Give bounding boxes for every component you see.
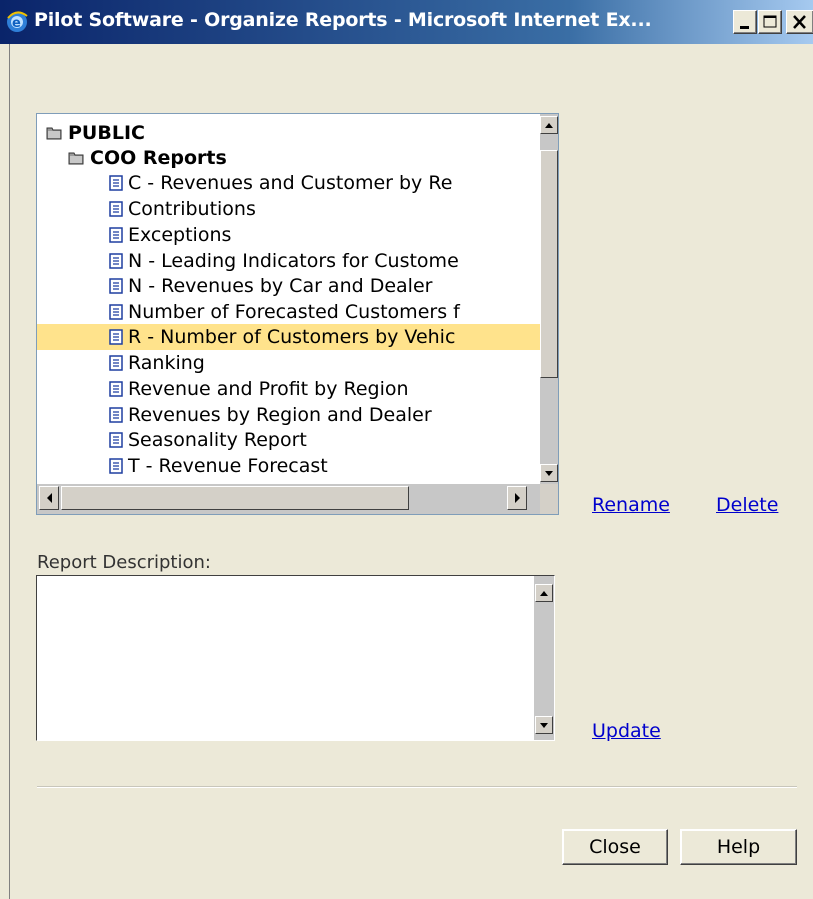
divider <box>37 786 797 788</box>
window-frame <box>0 44 10 899</box>
tree-item-report[interactable]: Revenues by Region and Dealer <box>108 402 540 428</box>
report-description-label: Report Description: <box>37 552 211 573</box>
report-document-icon <box>109 175 123 191</box>
report-document-icon <box>109 329 123 345</box>
report-document-icon <box>109 355 123 371</box>
folder-icon <box>68 152 84 165</box>
scroll-up-button[interactable] <box>540 116 558 134</box>
close-button[interactable]: Close <box>562 829 668 865</box>
tree-horizontal-scrollbar[interactable] <box>37 484 540 514</box>
report-document-icon <box>109 381 123 397</box>
tree-vertical-scrollbar[interactable] <box>540 114 558 484</box>
tree-item-report[interactable]: Ranking <box>108 350 540 376</box>
minimize-icon <box>740 26 749 29</box>
scroll-thumb[interactable] <box>540 150 558 378</box>
report-description-textarea[interactable] <box>36 575 555 741</box>
tree-item-report[interactable]: N - Leading Indicators for Custome <box>108 248 540 274</box>
report-document-icon <box>109 458 123 474</box>
description-vertical-scrollbar[interactable] <box>534 576 554 740</box>
help-button[interactable]: Help <box>680 829 797 865</box>
tree-item-report-selected[interactable]: R - Number of Customers by Vehic <box>37 324 540 350</box>
tree-content: PUBLIC COO Reports C - Revenues and Cust… <box>37 114 540 484</box>
arrow-left-icon <box>47 493 52 503</box>
arrow-up-icon <box>540 591 548 596</box>
tree-item-report[interactable]: Revenue and Profit by Region <box>108 376 540 402</box>
report-document-icon <box>109 278 123 294</box>
tree-item-report[interactable]: Seasonality Report <box>108 427 540 453</box>
close-window-button[interactable] <box>786 10 813 34</box>
svg-text:e: e <box>12 16 21 31</box>
organize-reports-window: e Pilot Software - Organize Reports - Mi… <box>0 0 813 899</box>
report-document-icon <box>109 432 123 448</box>
delete-link[interactable]: Delete <box>716 494 778 516</box>
title-bar[interactable]: e Pilot Software - Organize Reports - Mi… <box>0 0 813 44</box>
tree-item-report[interactable]: T - Revenue Forecast <box>108 453 540 479</box>
maximize-button[interactable] <box>758 10 782 34</box>
tree-item-report[interactable]: Exceptions <box>108 222 540 248</box>
tree-item-report[interactable]: C - Revenues and Customer by Re <box>108 170 540 196</box>
scroll-down-button[interactable] <box>540 464 558 482</box>
report-document-icon <box>109 304 123 320</box>
tree-item-report[interactable]: N - Revenues by Car and Dealer <box>108 273 540 299</box>
arrow-right-icon <box>515 493 520 503</box>
minimize-button[interactable] <box>733 10 757 34</box>
report-document-icon <box>109 227 123 243</box>
report-document-icon <box>109 201 123 217</box>
tree-item-report[interactable]: Contributions <box>108 196 540 222</box>
scroll-down-button[interactable] <box>535 716 553 734</box>
scroll-thumb-horizontal[interactable] <box>61 486 409 510</box>
report-document-icon <box>109 253 123 269</box>
ie-icon: e <box>7 11 28 32</box>
scroll-up-button[interactable] <box>535 584 553 602</box>
rename-link[interactable]: Rename <box>592 494 670 516</box>
scroll-left-button[interactable] <box>39 486 59 510</box>
update-link[interactable]: Update <box>592 720 661 742</box>
tree-item-report[interactable]: Number of Forecasted Customers f <box>108 299 540 325</box>
report-tree[interactable]: PUBLIC COO Reports C - Revenues and Cust… <box>36 113 559 515</box>
scroll-right-button[interactable] <box>507 486 527 510</box>
maximize-icon <box>763 15 777 28</box>
arrow-down-icon <box>545 471 553 476</box>
close-icon <box>793 15 806 29</box>
arrow-up-icon <box>545 123 553 128</box>
scroll-corner <box>540 484 558 514</box>
window-title: Pilot Software - Organize Reports - Micr… <box>34 9 652 31</box>
folder-icon <box>46 127 62 140</box>
arrow-down-icon <box>540 723 548 728</box>
report-document-icon <box>109 407 123 423</box>
